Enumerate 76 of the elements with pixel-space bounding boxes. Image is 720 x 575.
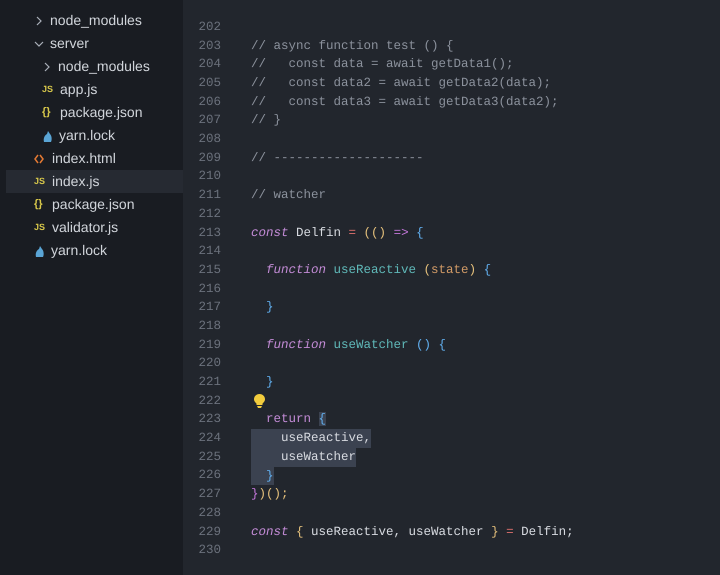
line-number: 220 xyxy=(197,355,221,372)
line-number: 204 xyxy=(197,56,221,74)
json-file-icon: {} xyxy=(42,104,54,121)
json-file-icon: {} xyxy=(34,196,46,213)
code-line: const Delfin = (() => { xyxy=(251,224,424,242)
folder-row[interactable]: server xyxy=(6,32,183,55)
line-number: 222 xyxy=(197,392,221,410)
file-row[interactable]: {} package.json xyxy=(6,193,183,216)
line-number: 202 xyxy=(197,18,221,36)
file-name: package.json xyxy=(60,103,143,122)
code-brackets-icon xyxy=(34,154,44,164)
file-row[interactable]: JS index.js xyxy=(6,170,183,193)
line-number: 226 xyxy=(197,467,221,484)
line-number: 203 xyxy=(197,38,221,55)
chevron-right-icon[interactable] xyxy=(34,16,44,26)
line-number: 221 xyxy=(197,374,221,392)
file-name: server xyxy=(50,34,89,53)
chevron-right-icon[interactable] xyxy=(42,62,52,72)
code-line: // const data2 = await getData2(data); xyxy=(251,75,552,92)
js-file-icon: JS xyxy=(34,220,46,234)
folder-row[interactable]: node_modules xyxy=(6,55,183,78)
file-name: index.js xyxy=(52,172,100,191)
line-number: 227 xyxy=(197,486,221,504)
file-name: yarn.lock xyxy=(51,241,108,260)
code-line: const { useReactive, useWatcher } = Delfin; xyxy=(251,524,574,541)
file-row[interactable]: index.html xyxy=(6,147,183,170)
file-name: node_modules xyxy=(50,11,142,30)
lightbulb-icon[interactable] xyxy=(254,394,265,408)
code-line: } xyxy=(265,299,274,316)
code-line: // const data = await getData1(); xyxy=(251,56,514,74)
chevron-down-icon[interactable] xyxy=(34,38,44,48)
line-number: 218 xyxy=(197,318,221,335)
line-number: 205 xyxy=(197,75,221,92)
line-number: 230 xyxy=(197,542,221,560)
line-number: 228 xyxy=(197,504,221,522)
folder-row[interactable]: node_modules xyxy=(6,9,183,32)
line-number: 210 xyxy=(197,168,221,186)
js-file-icon: JS xyxy=(42,82,54,96)
code-line: // watcher xyxy=(251,187,326,204)
code-line: // -------------------- xyxy=(251,150,424,167)
line-number: 207 xyxy=(197,112,221,130)
line-number: 223 xyxy=(197,411,221,428)
file-name: package.json xyxy=(52,195,135,214)
code-line: return { xyxy=(265,411,326,428)
code-line: function useReactive (state) { xyxy=(265,262,492,279)
line-number: 209 xyxy=(197,150,221,167)
file-row[interactable]: JS validator.js xyxy=(6,216,183,239)
file-row[interactable]: JS app.js xyxy=(6,78,183,101)
line-number: 224 xyxy=(197,430,221,448)
line-number: 216 xyxy=(197,280,221,298)
line-number: 217 xyxy=(197,299,221,316)
line-number: 206 xyxy=(197,94,221,111)
line-number: 214 xyxy=(197,243,221,260)
line-number: 211 xyxy=(197,187,221,204)
file-row[interactable]: {} package.json xyxy=(6,101,183,124)
line-number: 219 xyxy=(197,336,221,354)
code-line: } xyxy=(265,374,274,392)
file-row[interactable]: yarn.lock xyxy=(6,239,183,262)
code-line: // } xyxy=(251,112,282,130)
line-number: 213 xyxy=(197,224,221,242)
code-line: })(); xyxy=(251,486,289,504)
js-file-icon: JS xyxy=(34,174,46,188)
file-name: yarn.lock xyxy=(59,126,116,145)
file-name: node_modules xyxy=(58,57,150,76)
file-name: app.js xyxy=(60,80,98,99)
file-row[interactable]: yarn.lock xyxy=(6,124,183,147)
line-number: 208 xyxy=(197,131,221,148)
line-number: 215 xyxy=(197,262,221,279)
line-number: 225 xyxy=(197,448,221,466)
file-name: index.html xyxy=(52,149,116,168)
code-line: // async function test () { xyxy=(251,38,454,55)
code-line: function useWatcher () { xyxy=(265,336,446,354)
line-number: 229 xyxy=(197,524,221,541)
line-number: 212 xyxy=(197,206,221,223)
file-name: validator.js xyxy=(52,218,118,237)
code-line: // const data3 = await getData3(data2); xyxy=(251,94,559,111)
